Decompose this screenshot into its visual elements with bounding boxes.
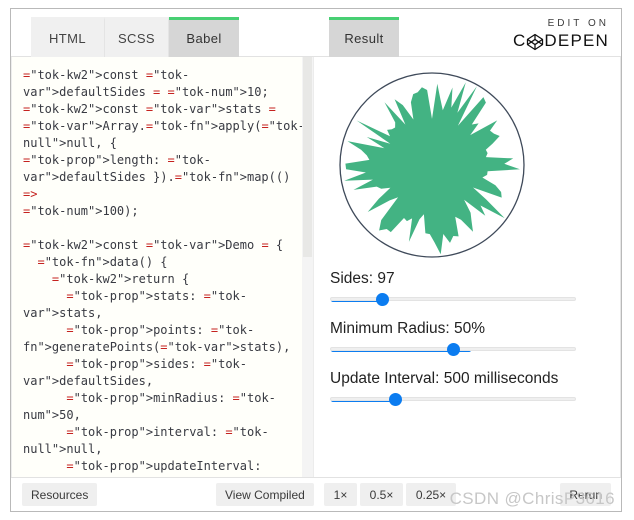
codepen-logo-icon xyxy=(526,33,544,51)
update-interval-label: Update Interval: 500 milliseconds xyxy=(330,370,559,387)
codepen-wordmark-suffix: DEPEN xyxy=(544,31,609,50)
editor-vertical-scrollbar[interactable] xyxy=(302,57,313,477)
zoom-1x-button[interactable]: 1× xyxy=(324,483,357,506)
tab-babel[interactable]: Babel xyxy=(169,17,239,57)
tab-babel-label: Babel xyxy=(186,31,222,46)
editor-scrollbar-thumb[interactable] xyxy=(303,57,312,257)
resources-button[interactable]: Resources xyxy=(22,483,98,506)
tab-scss-label: SCSS xyxy=(117,31,155,46)
minimum-radius-slider[interactable] xyxy=(330,343,576,355)
tab-html[interactable]: HTML xyxy=(31,17,105,57)
rerun-button[interactable]: Rerun xyxy=(560,483,611,506)
code-editor-pane[interactable]: ="tok-kw2">const ="tok-var">defaultSides… xyxy=(11,57,314,477)
minimum-radius-slider-holder[interactable] xyxy=(330,343,576,356)
polygon-radar-chart xyxy=(339,72,525,258)
tab-html-label: HTML xyxy=(49,31,86,46)
visualization-wrapper xyxy=(314,57,621,277)
code-content[interactable]: ="tok-kw2">const ="tok-var">defaultSides… xyxy=(11,57,313,477)
result-pane-edge xyxy=(620,57,621,477)
zoom-025x-button[interactable]: 0.25× xyxy=(406,483,456,506)
view-compiled-button[interactable]: View Compiled xyxy=(216,483,314,506)
tab-result-label: Result xyxy=(344,31,384,46)
sides-slider[interactable] xyxy=(330,293,576,305)
tab-scss[interactable]: SCSS xyxy=(105,17,169,57)
result-pane: Sides: 97 Minimum Radius: 50% Update Int… xyxy=(314,57,621,477)
edit-on-codepen-link[interactable]: EDIT ON C DEPEN xyxy=(513,18,609,51)
control-sides: Sides: 97 xyxy=(330,269,585,306)
update-interval-slider-holder[interactable] xyxy=(330,393,576,406)
codepen-wordmark-prefix: C xyxy=(512,31,527,50)
screenshot-root: HTML SCSS Babel Result EDIT ON C DEPEN =… xyxy=(0,0,634,520)
embed-footer: Resources View Compiled 1× 0.5× 0.25× Re… xyxy=(11,477,621,511)
codepen-embed: HTML SCSS Babel Result EDIT ON C DEPEN =… xyxy=(10,8,622,512)
chart-polygon xyxy=(344,82,520,255)
control-update-interval: Update Interval: 500 milliseconds xyxy=(330,369,585,406)
sides-slider-holder[interactable] xyxy=(330,293,576,306)
control-minimum-radius: Minimum Radius: 50% xyxy=(330,319,585,356)
update-interval-slider[interactable] xyxy=(330,393,576,405)
edit-on-label: EDIT ON xyxy=(547,18,609,29)
controls-panel: Sides: 97 Minimum Radius: 50% Update Int… xyxy=(330,269,585,419)
embed-body: ="tok-kw2">const ="tok-var">defaultSides… xyxy=(11,57,621,477)
editor-gutter xyxy=(11,57,12,477)
sides-label: Sides: 97 xyxy=(330,270,395,287)
tab-result[interactable]: Result xyxy=(329,17,399,57)
minimum-radius-label: Minimum Radius: 50% xyxy=(330,320,486,337)
embed-header: HTML SCSS Babel Result EDIT ON C DEPEN xyxy=(11,9,621,57)
codepen-wordmark: C DEPEN xyxy=(513,31,609,51)
zoom-05x-button[interactable]: 0.5× xyxy=(360,483,403,506)
